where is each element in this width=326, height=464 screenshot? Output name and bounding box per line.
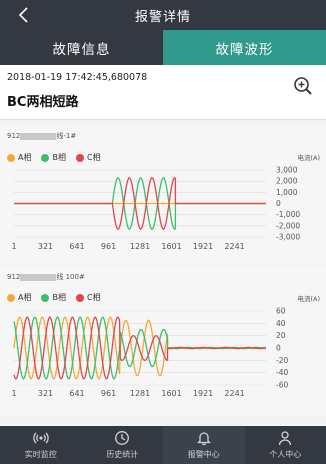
nav-label: 报警中心 — [187, 450, 220, 459]
y-tick-label: 40 — [276, 319, 286, 328]
nav-label: 历史统计 — [106, 450, 139, 459]
x-tick-label: 321 — [38, 242, 53, 251]
x-tick-label: 321 — [38, 389, 53, 398]
waveform-card-2: 912 线 100# A相 B相 C相 电流(A) 60 40 20 0 -20 -40 -6… — [0, 266, 326, 416]
x-tick-label: 1281 — [130, 389, 150, 398]
signal-icon — [33, 432, 49, 444]
y-tick-label: -2,000 — [276, 221, 300, 230]
y-tick-label: -60 — [276, 381, 288, 390]
event-timestamp: 2018-01-19 17:42:45,680078 — [7, 72, 148, 83]
y-tick-label: 2,000 — [276, 177, 298, 186]
nav-label: 个人中心 — [269, 450, 302, 459]
y-tick-label: -3,000 — [276, 233, 300, 242]
bell-icon — [196, 432, 211, 446]
waveform-chart-2: 60 40 20 0 -20 -40 -60 1 321 641 961 1281 1601 1921 22… — [11, 307, 288, 399]
y-tick-label: -40 — [276, 368, 288, 377]
y-tick-label: 0 — [276, 199, 281, 208]
fault-type: BC两相短路 — [7, 95, 79, 110]
x-tick-label: 641 — [69, 242, 84, 251]
y-tick-label: -1,000 — [276, 210, 300, 219]
event-header: 2018-01-19 17:42:45,680078 BC两相短路 — [0, 65, 326, 120]
y-tick-label: 20 — [276, 331, 286, 340]
tab-bar: 故障信息 故障波形 — [0, 30, 326, 65]
x-tick-label: 1281 — [130, 242, 150, 251]
page-title: 报警详情 — [134, 10, 191, 25]
y-tick-label: 0 — [276, 344, 281, 353]
bottom-nav: 实时监控 历史统计 报警中心 个人中心 — [0, 426, 326, 464]
user-icon — [279, 431, 292, 446]
x-tick-label: 641 — [69, 389, 84, 398]
waveform-chart-1: 3,000 2,000 1,000 0 -1,000 -2,000 -3,000 1 321 64… — [11, 166, 300, 252]
waveform-card-1: 912 线-1# A相 B相 C相 电流(A) 3,000 2,000 1,000 0-… — [0, 124, 326, 264]
x-tick-label: 1601 — [161, 242, 181, 251]
clock-icon — [115, 431, 130, 445]
x-tick-label: 2241 — [224, 242, 244, 251]
nav-personal-center[interactable]: 个人中心 — [245, 426, 326, 464]
x-tick-label: 1 — [11, 389, 16, 398]
nav-realtime-monitor[interactable]: 实时监控 — [0, 426, 82, 464]
nav-history-stats[interactable]: 历史统计 — [82, 426, 164, 464]
x-tick-label: 1601 — [161, 389, 181, 398]
x-tick-label: 961 — [101, 389, 116, 398]
zoom-in-icon[interactable] — [293, 76, 313, 96]
x-tick-label: 1921 — [193, 389, 213, 398]
x-tick-label: 1921 — [193, 242, 213, 251]
x-tick-label: 1 — [11, 242, 16, 251]
tab-fault-info[interactable]: 故障信息 — [0, 30, 163, 65]
nav-alarm-center[interactable]: 报警中心 — [163, 426, 245, 464]
x-tick-label: 2241 — [224, 389, 244, 398]
tab-fault-waveform[interactable]: 故障波形 — [163, 30, 326, 65]
y-tick-label: 1,000 — [276, 188, 298, 197]
y-tick-label: 60 — [276, 307, 286, 316]
y-tick-label: 3,000 — [276, 166, 298, 175]
top-bar: 报警详情 — [0, 0, 326, 30]
app-screen: 报警详情 故障信息 故障波形 2018-01-19 17:42:45,68007… — [0, 0, 326, 464]
y-tick-label: -20 — [276, 356, 288, 365]
x-tick-label: 961 — [101, 242, 116, 251]
nav-label: 实时监控 — [24, 450, 57, 459]
